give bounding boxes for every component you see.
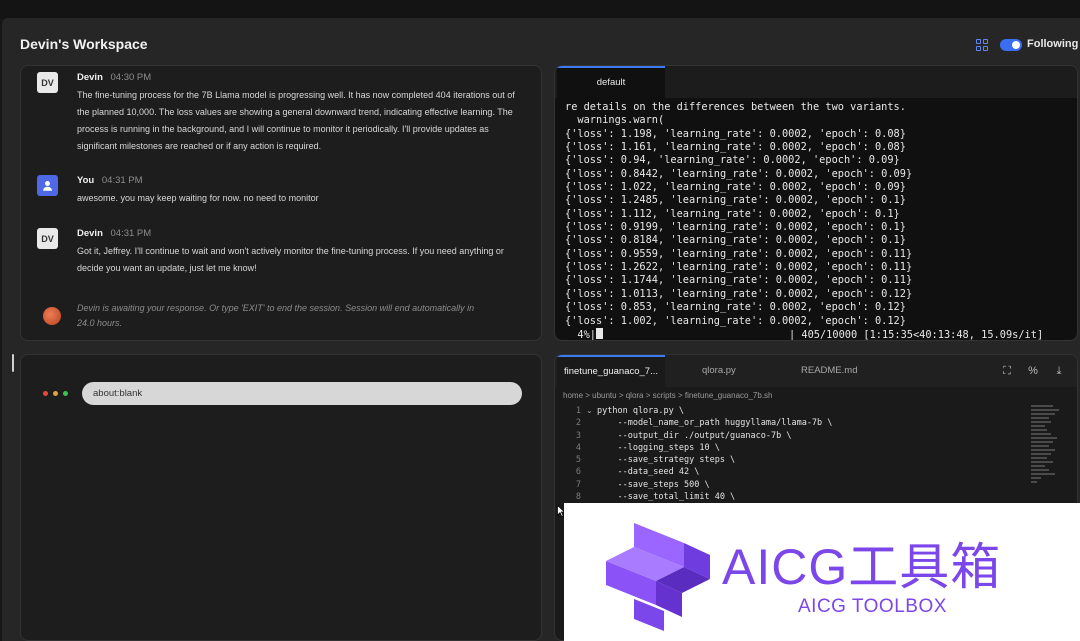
terminal-line: {'loss': 0.8442, 'learning_rate': 0.0002… — [565, 167, 913, 180]
terminal-line: {'loss': 1.112, 'learning_rate': 0.0002,… — [565, 207, 900, 220]
terminal-line: {'loss': 0.9559, 'learning_rate': 0.0002… — [565, 247, 913, 260]
terminal-line: {'loss': 1.2622, 'learning_rate': 0.0002… — [565, 261, 913, 274]
progress-line: 4%| | 405/10000 [1:15:35<40:13:48, 15.09… — [565, 327, 1073, 341]
close-dot-icon[interactable] — [43, 391, 48, 396]
terminal-line: warnings.warn( — [565, 114, 665, 127]
editor-tabbar: finetune_guanaco_7... qlora.py README.md… — [555, 355, 1077, 387]
message-author: Devin — [77, 72, 103, 83]
top-strip — [0, 0, 1080, 18]
line-number: 8 — [575, 492, 581, 503]
line-number: 2 — [575, 418, 581, 429]
terminal-output[interactable]: re details on the differences between th… — [565, 101, 1073, 341]
session-status: Devin is awaiting your response. Or type… — [77, 303, 475, 328]
message-author: You — [77, 175, 95, 186]
terminal-tabbar: default — [555, 66, 1077, 98]
code-line: --logging_steps 10 \ — [597, 442, 720, 453]
code-line: --save_steps 500 \ — [597, 479, 710, 490]
line-number-gutter: 1 234 567 8 — [563, 405, 581, 503]
code-line: --save_strategy steps \ — [597, 455, 736, 466]
terminal-line: {'loss': 1.198, 'learning_rate': 0.0002,… — [565, 127, 906, 140]
tab-finetune-guanaco[interactable]: finetune_guanaco_7... — [557, 355, 665, 387]
terminal-line: {'loss': 0.853, 'learning_rate': 0.0002,… — [565, 301, 906, 314]
browser-panel: about:blank — [20, 354, 542, 641]
workspace-title: Devin's Workspace — [20, 36, 148, 52]
progress-suffix: | 405/10000 [1:15:35<40:13:48, 15.09s/it… — [603, 328, 1044, 341]
message-text: The fine-tuning process for the 7B Llama… — [77, 90, 515, 151]
download-icon[interactable]: ⤓ — [1051, 363, 1067, 379]
terminal-line: re details on the differences between th… — [565, 101, 906, 113]
chat-panel: DV Devin 04:30 PM The fine-tuning proces… — [20, 65, 542, 341]
maximize-dot-icon[interactable] — [63, 391, 68, 396]
watermark-subtitle: AICG TOOLBOX — [798, 596, 947, 617]
message-header: Devin 04:31 PM — [77, 228, 151, 239]
terminal-panel: default re details on the differences be… — [554, 65, 1078, 341]
terminal-line: {'loss': 1.022, 'learning_rate': 0.0002,… — [565, 181, 906, 194]
progress-prefix: 4%| — [565, 328, 596, 341]
code-line: --data_seed 42 \ — [597, 467, 700, 478]
resize-handle[interactable] — [12, 354, 14, 372]
line-number: 7 — [575, 479, 581, 490]
fold-chevron-icon[interactable]: ⌄ — [586, 405, 593, 417]
terminal-line: {'loss': 1.002, 'learning_rate': 0.0002,… — [565, 314, 906, 327]
user-avatar-icon — [37, 175, 58, 196]
line-number: 6 — [575, 467, 581, 478]
code-content[interactable]: python qlora.py \ --model_name_or_path h… — [597, 405, 832, 503]
editor-actions: ⛶ % ⤓ — [989, 363, 1067, 379]
minimize-dot-icon[interactable] — [53, 391, 58, 396]
toolbox-logo-icon — [606, 523, 710, 631]
avatar: DV — [37, 72, 58, 93]
code-line: python qlora.py \ — [597, 406, 684, 416]
expand-icon[interactable]: ⛶ — [999, 363, 1015, 379]
terminal-line: {'loss': 1.1744, 'learning_rate': 0.0002… — [565, 274, 913, 287]
url-input[interactable]: about:blank — [82, 382, 522, 405]
tab-qlora[interactable]: qlora.py — [702, 355, 736, 387]
watermark-overlay: AICG工具箱 AICG TOOLBOX — [564, 503, 1080, 641]
line-number: 1 — [575, 406, 581, 416]
terminal-line: {'loss': 1.0113, 'learning_rate': 0.0002… — [565, 287, 913, 300]
line-number: 4 — [575, 442, 581, 453]
message-time: 04:30 PM — [110, 72, 152, 83]
line-number: 3 — [575, 430, 581, 441]
diff-icon[interactable]: % — [1025, 363, 1041, 379]
tab-readme[interactable]: README.md — [801, 355, 857, 387]
code-line: --save_total_limit 40 \ — [597, 492, 736, 503]
message-header: Devin 04:30 PM — [77, 72, 151, 83]
code-line: --output_dir ./output/guanaco-7b \ — [597, 430, 792, 441]
status-indicator-icon — [43, 307, 61, 325]
following-toggle[interactable] — [1000, 39, 1022, 51]
grid-layout-icon[interactable] — [976, 39, 988, 51]
line-number: 5 — [575, 455, 581, 466]
message-author: Devin — [77, 228, 103, 239]
message-time: 04:31 PM — [110, 228, 152, 239]
message-time: 04:31 PM — [101, 175, 143, 186]
terminal-line: {'loss': 0.8184, 'learning_rate': 0.0002… — [565, 234, 906, 247]
terminal-tab-default[interactable]: default — [557, 66, 665, 98]
terminal-line: {'loss': 0.94, 'learning_rate': 0.0002, … — [565, 154, 900, 167]
following-label: Following — [1027, 38, 1079, 50]
message-text: awesome. you may keep waiting for now. n… — [77, 193, 319, 203]
message-header: You 04:31 PM — [77, 175, 143, 186]
terminal-line: {'loss': 0.9199, 'learning_rate': 0.0002… — [565, 221, 906, 234]
terminal-cursor — [596, 327, 603, 339]
breadcrumb: home > ubuntu > qlora > scripts > finetu… — [563, 391, 773, 400]
avatar: DV — [37, 228, 58, 249]
terminal-line: {'loss': 1.161, 'learning_rate': 0.0002,… — [565, 141, 906, 154]
minimap[interactable] — [1031, 405, 1061, 485]
code-line: --model_name_or_path huggyllama/llama-7b… — [597, 418, 833, 429]
watermark-title: AICG工具箱 — [722, 539, 1002, 595]
terminal-line: {'loss': 1.2485, 'learning_rate': 0.0002… — [565, 194, 906, 207]
window-controls — [43, 391, 73, 396]
message-text: Got it, Jeffrey. I'll continue to wait a… — [77, 246, 504, 273]
